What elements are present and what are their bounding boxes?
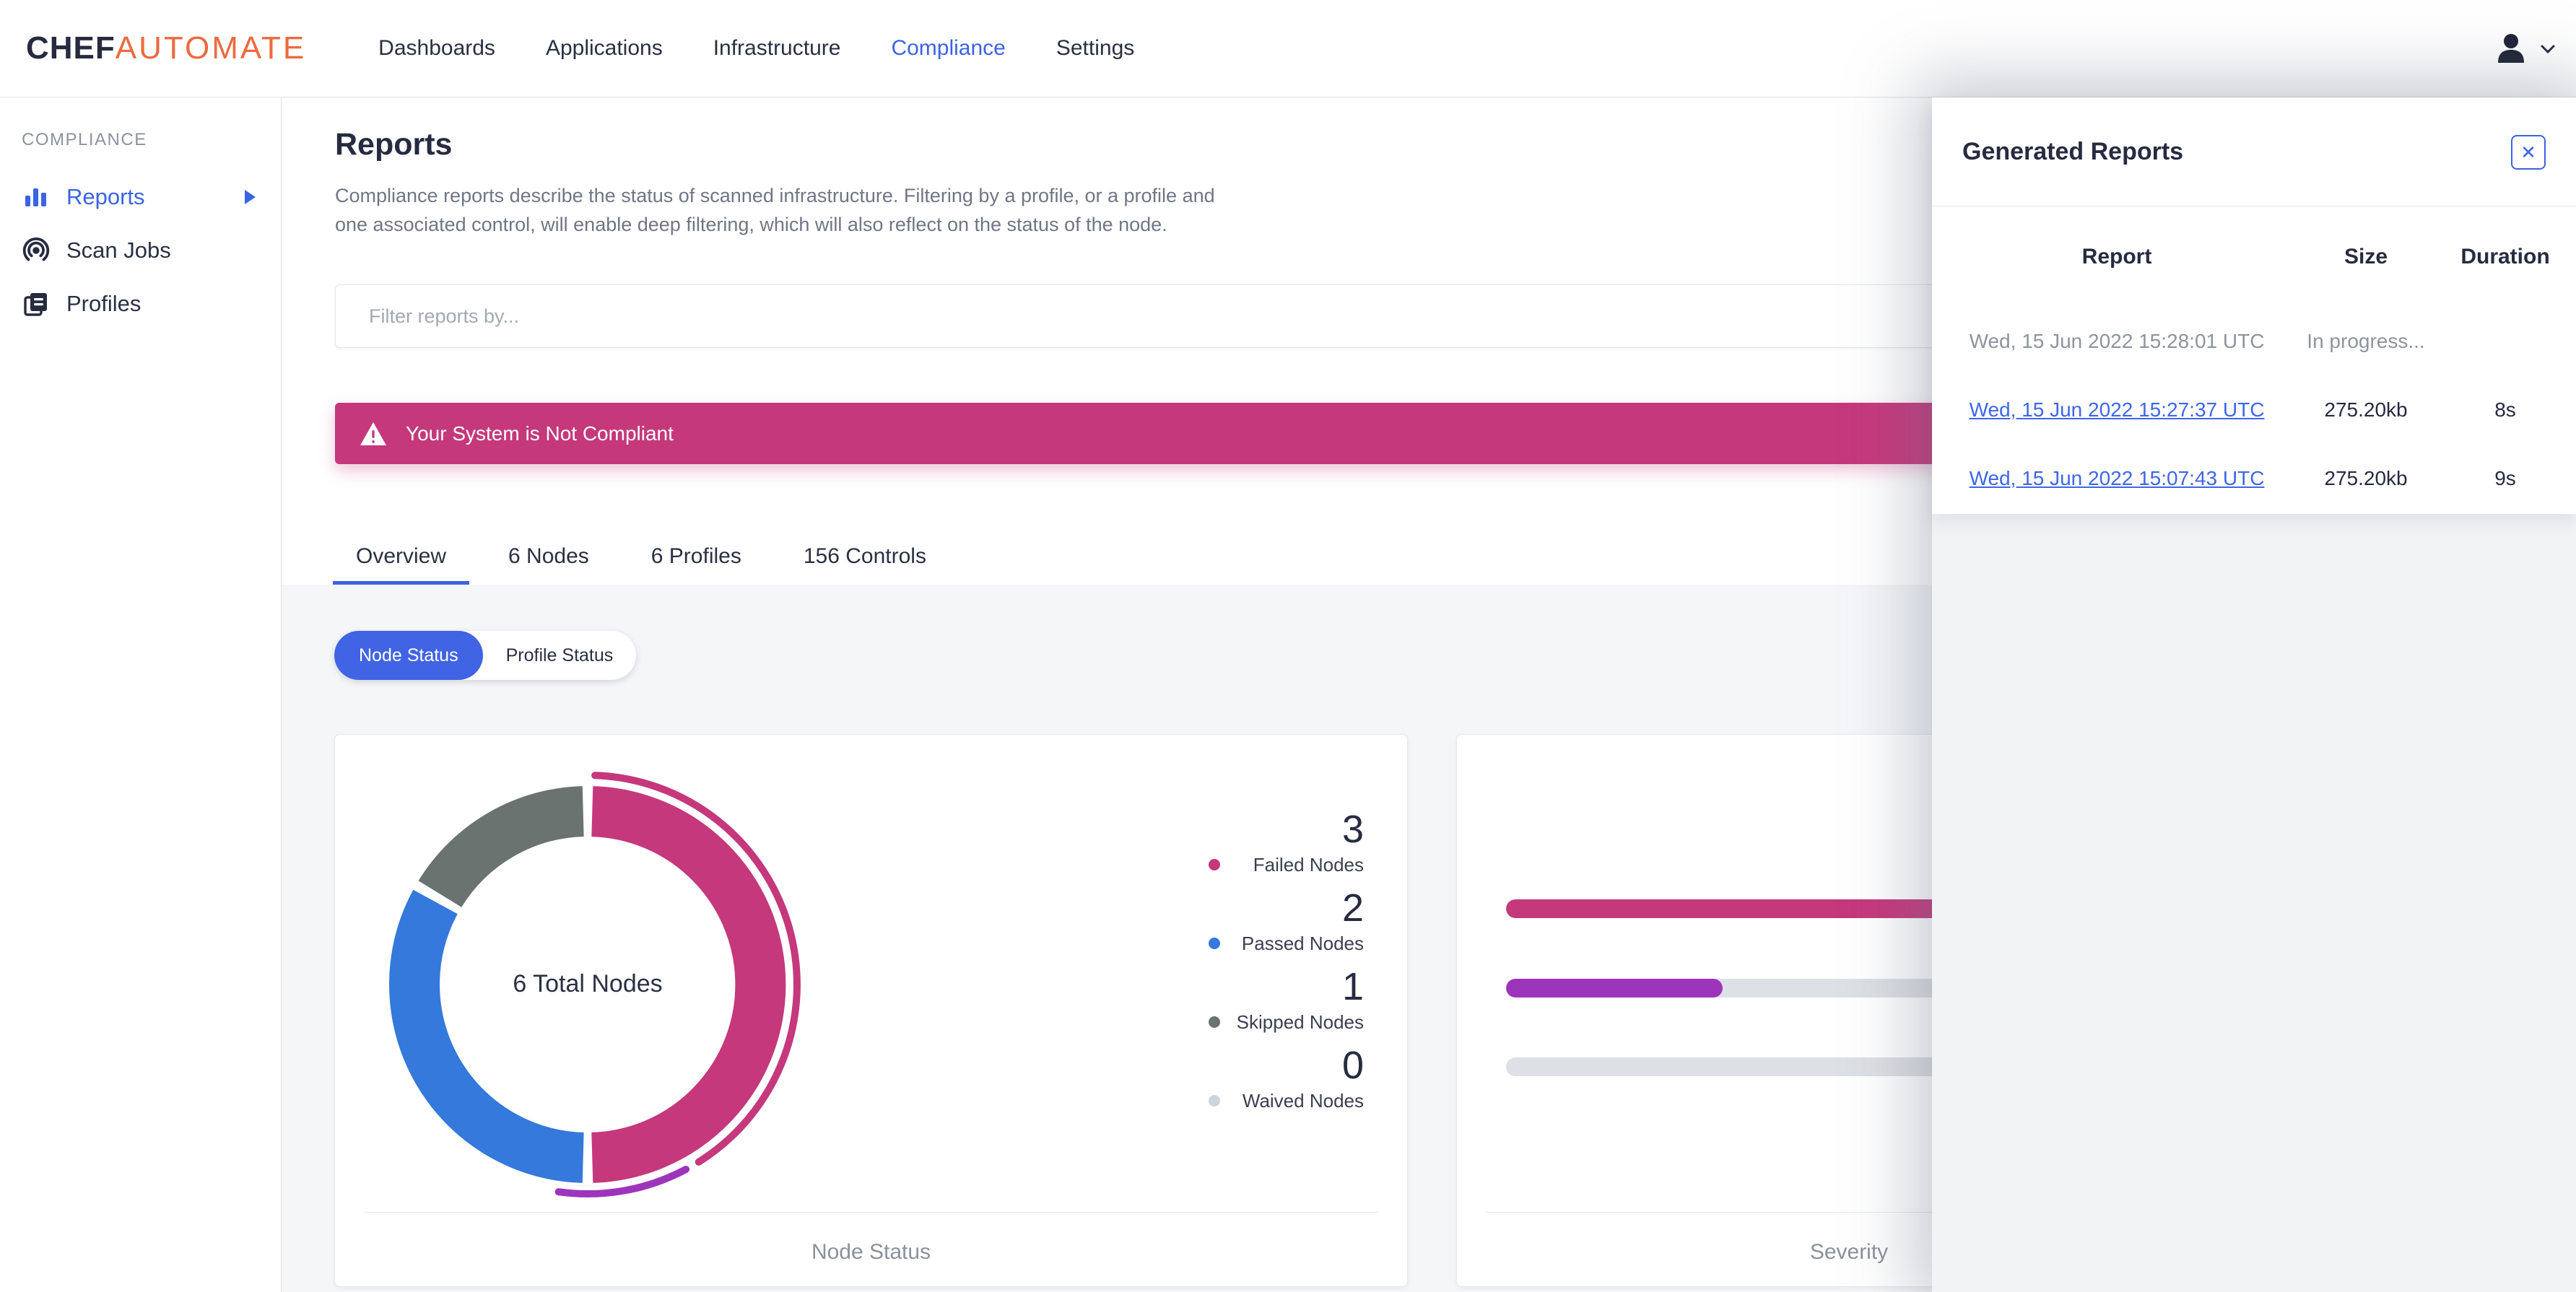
chevron-down-icon xyxy=(2541,45,2555,53)
page-title: Reports xyxy=(335,127,453,162)
report-link[interactable]: Wed, 15 Jun 2022 15:07:43 UTC xyxy=(1970,467,2265,489)
tab-profiles[interactable]: 6 Profiles xyxy=(628,533,765,585)
sidebar-item-scan-jobs[interactable]: Scan Jobs xyxy=(0,224,281,277)
skipped-count: 1 xyxy=(1341,965,1364,1008)
banner-text: Your System is Not Compliant xyxy=(406,422,674,445)
donut-center-label: 6 Total Nodes xyxy=(513,970,663,998)
warning-icon xyxy=(360,422,386,445)
legend-item-waived: 0 Waived Nodes xyxy=(1209,1045,1364,1112)
tab-nodes[interactable]: 6 Nodes xyxy=(485,533,612,585)
report-size: 275.20kb xyxy=(2324,398,2408,421)
legend-item-failed: 3 Failed Nodes xyxy=(1209,809,1364,876)
legend-label: Skipped Nodes xyxy=(1236,1011,1364,1033)
column-header-report: Report xyxy=(2081,244,2152,269)
generated-reports-card: Generated Reports ✕ Report Size Duration… xyxy=(1932,97,2576,514)
bar-chart-icon xyxy=(22,183,51,211)
table-row: Wed, 15 Jun 2022 15:07:43 UTC 275.20kb 9… xyxy=(1958,444,2554,512)
close-button[interactable]: ✕ xyxy=(2511,135,2546,170)
passed-count: 2 xyxy=(1341,886,1364,930)
logo-chef: CHEF xyxy=(26,30,116,66)
tab-controls[interactable]: 156 Controls xyxy=(780,533,949,585)
user-menu[interactable] xyxy=(2492,0,2563,97)
drawer-header: Generated Reports ✕ xyxy=(1932,97,2576,206)
nav-item-applications[interactable]: Applications xyxy=(521,36,688,61)
failed-dot-icon xyxy=(1209,859,1220,870)
chef-automate-logo[interactable]: CHEFAUTOMATE xyxy=(26,30,306,66)
table-header-row: Report Size Duration xyxy=(1958,206,2554,307)
sidebar-section-label: COMPLIANCE xyxy=(22,130,147,149)
report-link[interactable]: Wed, 15 Jun 2022 15:27:37 UTC xyxy=(1970,398,2265,421)
report-size: 275.20kb xyxy=(2324,466,2408,489)
node-status-card: 6 Total Nodes 3 Failed Nodes 2 Passed No… xyxy=(334,734,1408,1287)
sidebar-item-reports[interactable]: Reports xyxy=(0,170,281,224)
profile-status-toggle-button[interactable]: Profile Status xyxy=(483,631,637,680)
close-icon: ✕ xyxy=(2520,141,2536,163)
generated-reports-drawer: Generated Reports ✕ Report Size Duration… xyxy=(1932,97,2576,1292)
sidebar-item-profiles[interactable]: Profiles xyxy=(0,277,281,331)
nav-item-compliance[interactable]: Compliance xyxy=(866,36,1030,61)
sidebar-item-label: Scan Jobs xyxy=(66,237,171,263)
drawer-title: Generated Reports xyxy=(1962,138,2184,165)
node-status-legend: 3 Failed Nodes 2 Passed Nodes 1 Skipped … xyxy=(1209,809,1364,1124)
tab-overview[interactable]: Overview xyxy=(333,533,470,585)
sidebar-item-label: Reports xyxy=(66,184,145,209)
severity-bar-fill xyxy=(1506,979,1723,998)
waived-count: 0 xyxy=(1341,1044,1364,1087)
nav-item-infrastructure[interactable]: Infrastructure xyxy=(688,36,866,61)
card-footer-divider xyxy=(364,1212,1378,1213)
submenu-arrow-icon xyxy=(245,190,256,204)
node-status-toggle-button[interactable]: Node Status xyxy=(334,631,483,680)
report-timestamp: Wed, 15 Jun 2022 15:28:01 UTC xyxy=(1969,329,2265,352)
report-duration: 8s xyxy=(2494,398,2516,421)
passed-dot-icon xyxy=(1209,938,1220,949)
top-navbar: CHEFAUTOMATE Dashboards Applications Inf… xyxy=(0,0,2576,97)
nav-item-settings[interactable]: Settings xyxy=(1031,36,1159,61)
report-duration: 9s xyxy=(2494,466,2516,489)
sidebar-item-label: Profiles xyxy=(66,291,142,316)
logo-automate: AUTOMATE xyxy=(115,30,307,66)
legend-label: Passed Nodes xyxy=(1241,932,1364,954)
legend-label: Failed Nodes xyxy=(1253,853,1364,876)
skipped-dot-icon xyxy=(1209,1016,1220,1028)
page-description: Compliance reports describe the status o… xyxy=(335,185,1215,235)
failed-count: 3 xyxy=(1341,808,1364,851)
table-row: Wed, 15 Jun 2022 15:28:01 UTC In progres… xyxy=(1958,307,2554,375)
report-tabs: Overview 6 Nodes 6 Profiles 156 Controls xyxy=(333,533,965,585)
nav-item-dashboards[interactable]: Dashboards xyxy=(353,36,521,61)
column-header-duration: Duration xyxy=(2460,244,2550,269)
compliance-sidebar: COMPLIANCE Reports Scan Jobs Profiles xyxy=(0,97,282,1292)
table-row: Wed, 15 Jun 2022 15:27:37 UTC 275.20kb 8… xyxy=(1958,375,2554,444)
legend-item-passed: 2 Passed Nodes xyxy=(1209,888,1364,954)
node-status-card-footer: Node Status xyxy=(811,1240,931,1264)
status-toggle: Node Status Profile Status xyxy=(334,631,637,680)
radar-icon xyxy=(22,236,51,265)
profiles-icon xyxy=(22,289,51,318)
user-avatar-icon[interactable] xyxy=(2492,30,2530,68)
generated-reports-table: Report Size Duration Wed, 15 Jun 2022 15… xyxy=(1932,206,2576,512)
report-size: In progress... xyxy=(2307,329,2425,352)
nav-items: Dashboards Applications Infrastructure C… xyxy=(353,36,1159,61)
column-header-size: Size xyxy=(2344,244,2388,269)
legend-label: Waived Nodes xyxy=(1242,1089,1364,1112)
waived-dot-icon xyxy=(1209,1095,1220,1107)
legend-item-skipped: 1 Skipped Nodes xyxy=(1209,966,1364,1033)
app-screen: CHEFAUTOMATE Dashboards Applications Inf… xyxy=(0,0,2576,1292)
